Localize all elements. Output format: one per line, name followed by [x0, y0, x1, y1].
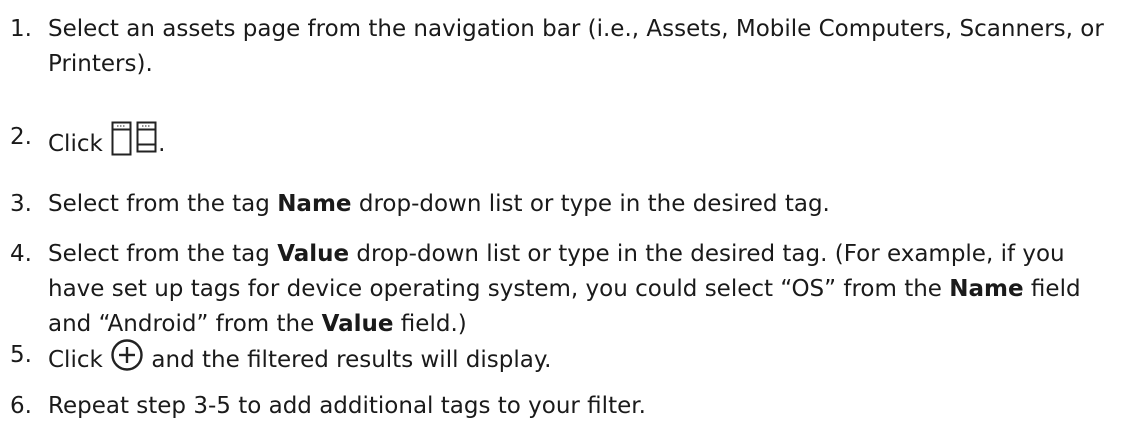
column-view-icon	[110, 120, 158, 169]
step-text-segment: Click	[48, 131, 103, 157]
step-text-segment: .	[158, 131, 166, 157]
step-text-segment: field.)	[393, 311, 467, 337]
step-text-segment: drop-down list or type in the desired ta…	[351, 191, 830, 217]
step-text: Select an assets page from the navigatio…	[48, 16, 1104, 77]
field-value-label: Value	[277, 241, 350, 267]
add-circle-icon	[110, 338, 144, 383]
step-number: 6.	[10, 393, 32, 419]
step-text: Click and the filtered results will disp…	[48, 338, 1118, 383]
step-number: 5.	[10, 342, 32, 368]
step-text-segment: Select from the tag	[48, 241, 278, 267]
step-number: 1.	[10, 16, 32, 42]
step-text: Click .	[48, 120, 1118, 169]
step-text: Select from the tag Value drop-down list…	[48, 237, 1118, 342]
step-text-segment: and the filtered results will display.	[144, 347, 552, 373]
step-number: 3.	[10, 191, 32, 217]
step-number: 4.	[10, 241, 32, 267]
step-number: 2.	[10, 124, 32, 150]
field-name-label: Name	[949, 276, 1024, 302]
step-text: Select from the tag Name drop-down list …	[48, 187, 1118, 222]
field-value-label: Value	[321, 311, 394, 337]
step-text-segment: Click	[48, 347, 103, 373]
step-text-segment: Select from the tag	[48, 191, 278, 217]
step-text: Repeat step 3-5 to add additional tags t…	[48, 393, 646, 419]
field-name-label: Name	[277, 191, 352, 217]
